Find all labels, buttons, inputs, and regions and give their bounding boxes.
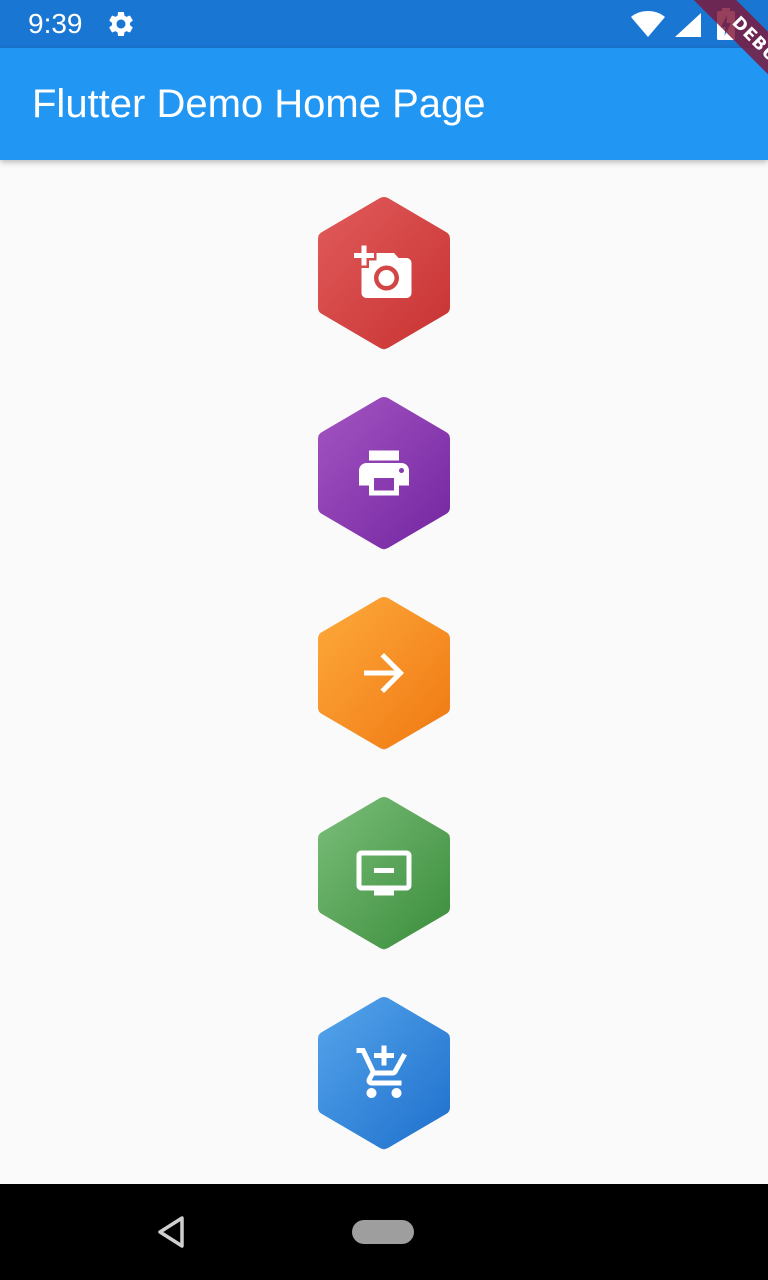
remove-from-queue-icon <box>356 850 412 896</box>
print-icon <box>359 450 409 496</box>
add-photo-button[interactable] <box>316 196 452 350</box>
back-icon[interactable] <box>154 1214 188 1250</box>
add-shopping-cart-icon <box>356 1045 407 1098</box>
remove-from-queue-button[interactable] <box>316 796 452 950</box>
hexagon-button-list <box>0 160 768 1184</box>
battery-charging-icon <box>717 8 735 40</box>
home-pill[interactable] <box>352 1220 414 1244</box>
app-bar: Flutter Demo Home Page <box>0 48 768 160</box>
add-a-photo-icon <box>354 245 412 298</box>
print-button[interactable] <box>316 396 452 550</box>
forward-button[interactable] <box>316 596 452 750</box>
gear-icon <box>109 11 133 36</box>
arrow-forward-icon <box>364 653 404 693</box>
status-bar: 9:39 <box>0 0 768 48</box>
add-to-cart-button[interactable] <box>316 996 452 1150</box>
wifi-icon <box>631 11 665 37</box>
signal-icon <box>675 13 701 37</box>
status-time: 9:39 <box>28 8 83 39</box>
page-title: Flutter Demo Home Page <box>32 82 486 126</box>
